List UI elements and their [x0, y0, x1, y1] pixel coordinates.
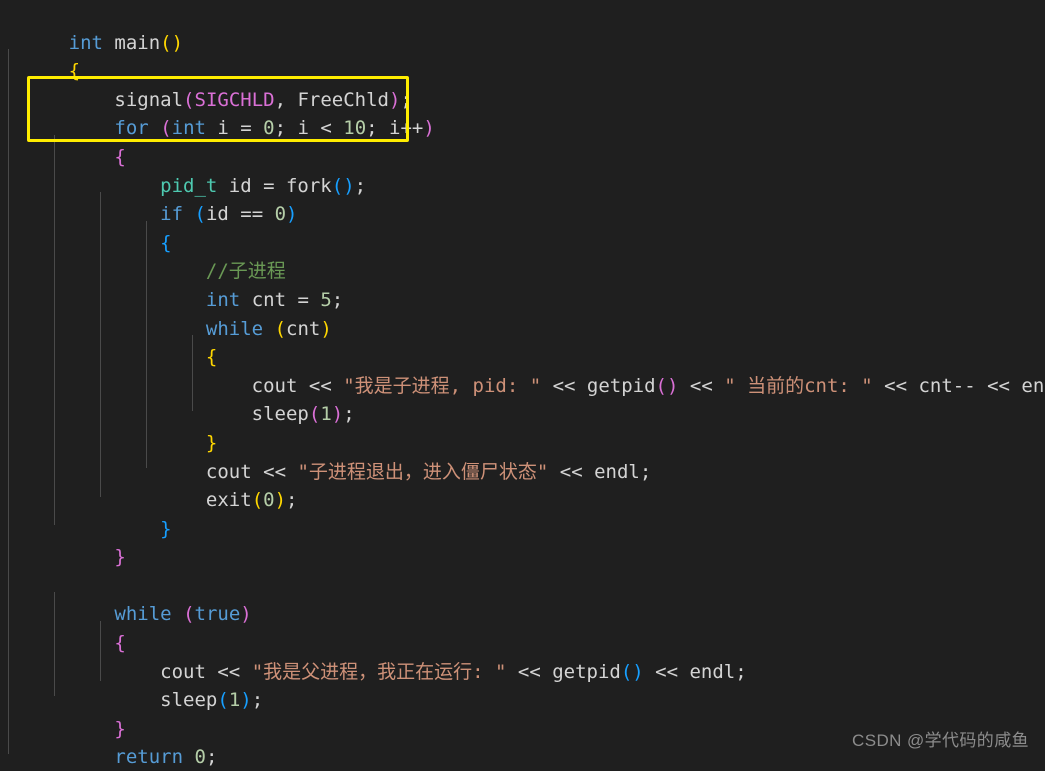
code-line[interactable]: int cnt = 5; [0, 257, 1045, 311]
code-line[interactable]: while (cnt) [0, 286, 1045, 340]
code-line-comment[interactable]: //子进程 [0, 229, 1045, 282]
code-line[interactable]: } [0, 486, 1045, 540]
code-line[interactable]: int main() [0, 0, 1045, 54]
code-line-cout-exit[interactable]: cout << "子进程退出，进入僵尸状态" << endl; [0, 429, 1045, 483]
code-line[interactable]: } [0, 400, 1045, 454]
code-line[interactable]: { [0, 29, 1045, 82]
code-line-cout-parent[interactable]: cout << "我是父进程，我正在运行: " << getpid() << e… [0, 629, 1045, 683]
code-line[interactable]: { [0, 315, 1045, 368]
code-line[interactable]: { [0, 600, 1045, 654]
code-line[interactable]: sleep(1); [0, 372, 1045, 425]
code-line[interactable]: { [0, 114, 1045, 168]
code-line-blank[interactable] [0, 543, 1045, 572]
code-content[interactable]: int main() { signal(SIGCHLD, FreeChld); … [0, 0, 1045, 771]
code-line-cout-child[interactable]: cout << "我是子进程, pid: " << getpid() << " … [0, 343, 1045, 397]
code-line[interactable]: signal(SIGCHLD, FreeChld); [0, 57, 1045, 111]
csdn-watermark: CSDN @学代码的咸鱼 [852, 731, 1029, 750]
code-line-while-true[interactable]: while (true) [0, 572, 1045, 625]
code-editor[interactable]: int main() { signal(SIGCHLD, FreeChld); … [0, 0, 1045, 771]
code-line[interactable]: pid_t id = fork(); [0, 143, 1045, 197]
code-line[interactable]: sleep(1); [0, 658, 1045, 711]
code-line[interactable]: } [0, 515, 1045, 568]
code-line-for[interactable]: for (int i = 0; i < 10; i++) [0, 86, 1045, 139]
code-line[interactable]: if (id == 0) [0, 172, 1045, 225]
code-line[interactable]: { [0, 200, 1045, 254]
code-line[interactable]: exit(0); [0, 458, 1045, 511]
code-line[interactable]: } [0, 686, 1045, 740]
